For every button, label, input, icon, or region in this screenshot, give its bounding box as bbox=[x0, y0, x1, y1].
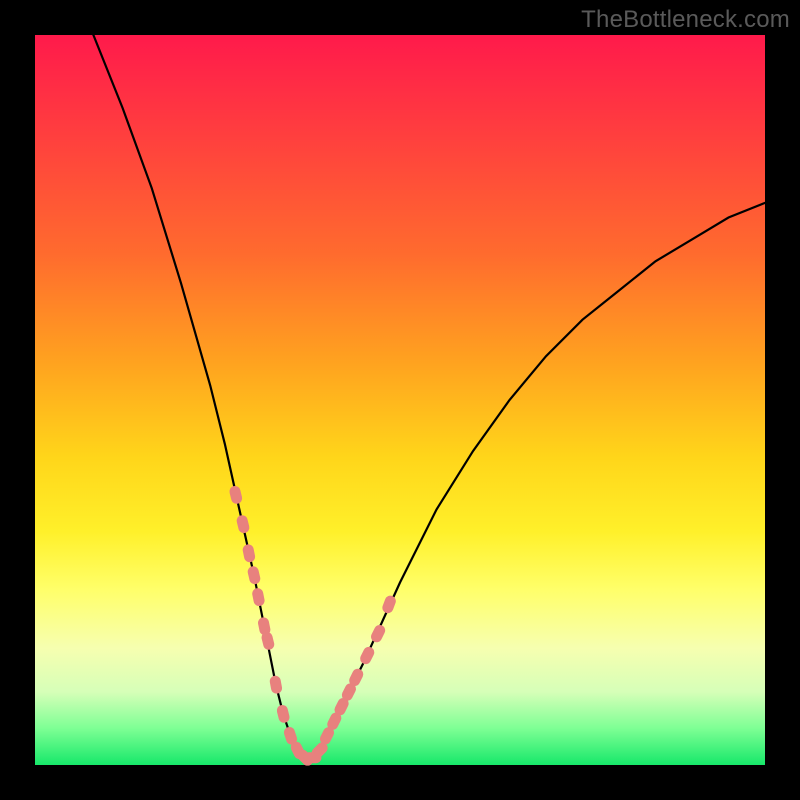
data-point bbox=[228, 485, 243, 505]
data-point bbox=[235, 514, 250, 534]
plot-area bbox=[35, 35, 765, 765]
data-point bbox=[242, 543, 256, 563]
data-point bbox=[251, 587, 265, 607]
data-point bbox=[247, 565, 262, 585]
data-point bbox=[269, 675, 283, 695]
data-point bbox=[276, 704, 291, 724]
watermark-text: TheBottleneck.com bbox=[581, 6, 790, 34]
chart-frame: TheBottleneck.com bbox=[0, 0, 800, 800]
data-point bbox=[358, 645, 376, 666]
data-point bbox=[381, 594, 398, 615]
bottleneck-curve bbox=[93, 35, 765, 758]
curve-svg bbox=[35, 35, 765, 765]
marker-group bbox=[228, 485, 397, 768]
data-point bbox=[369, 623, 387, 644]
